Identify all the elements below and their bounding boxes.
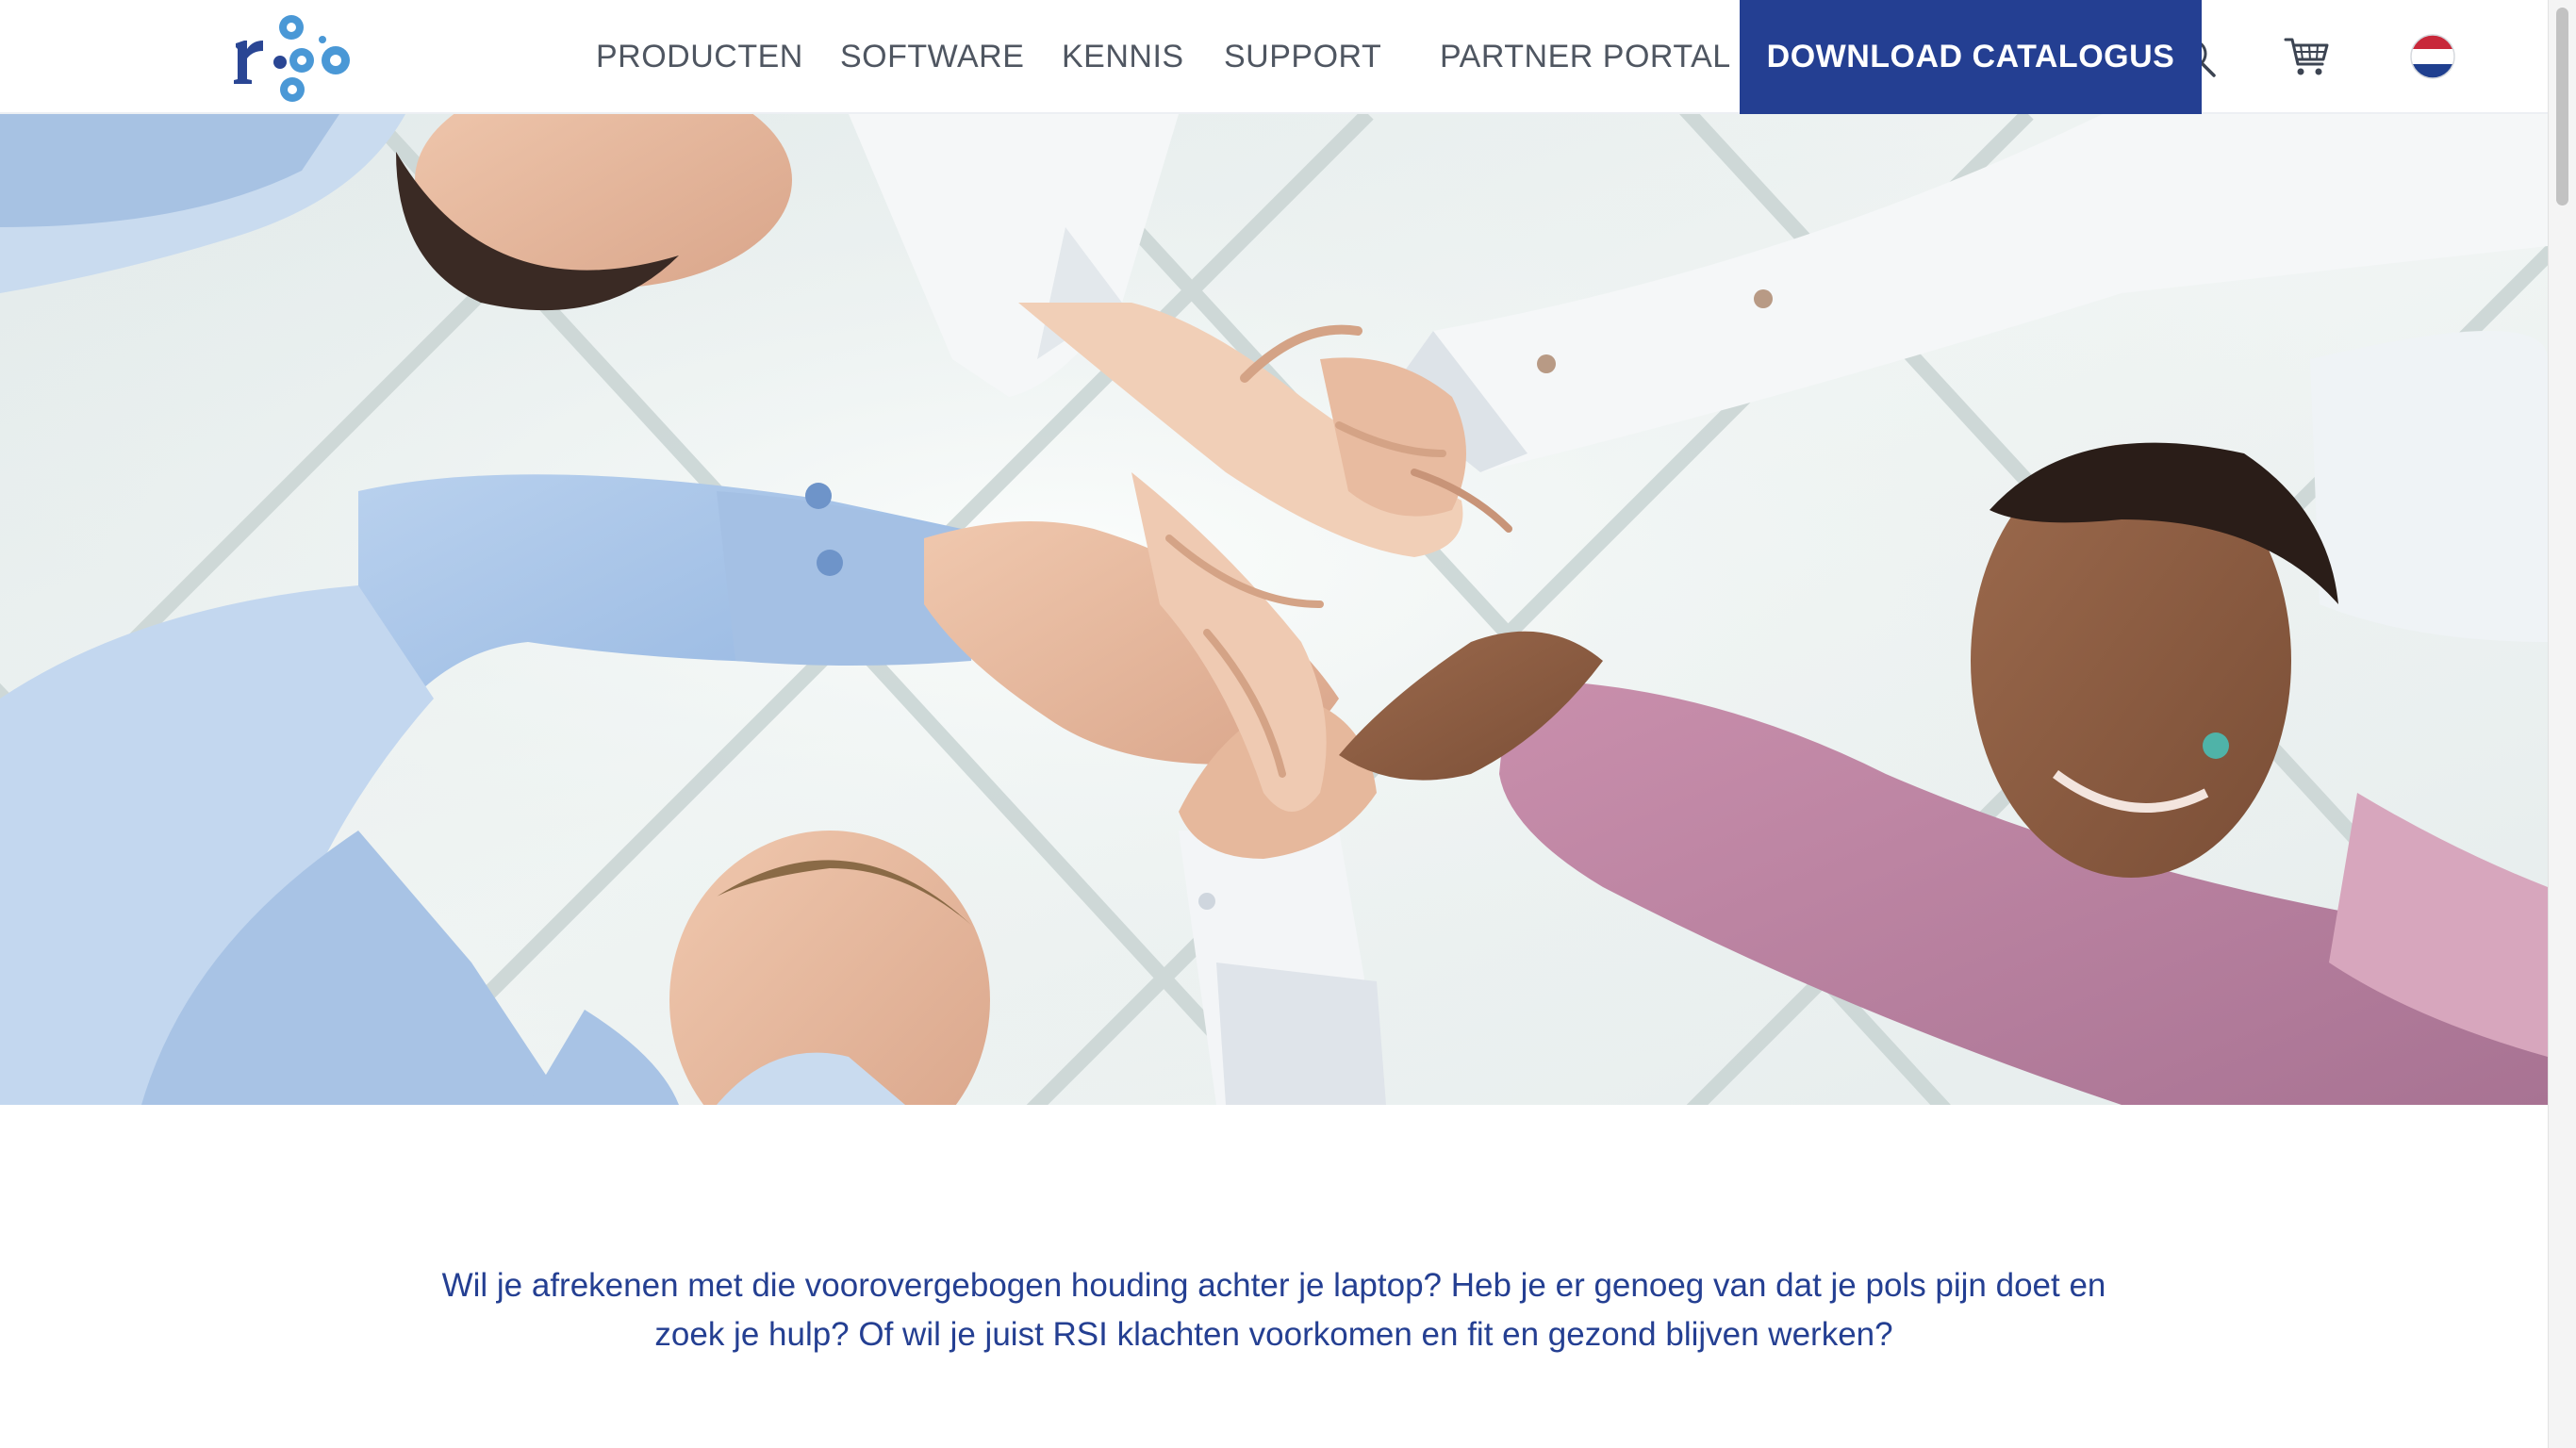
page-scrollbar[interactable] [2548, 0, 2576, 1448]
flag-nl-icon[interactable] [2409, 33, 2456, 80]
nav-kennis[interactable]: KENNIS [1062, 0, 1184, 114]
cart-icon[interactable] [2284, 32, 2331, 79]
intro-line-2: zoek je hulp? Of wil je juist RSI klacht… [654, 1316, 1893, 1353]
logo[interactable] [232, 6, 358, 106]
nav-software[interactable]: SOFTWARE [840, 0, 1024, 114]
rgo-logo-icon [234, 15, 350, 102]
intro-line-1: Wil je afrekenen met die voorovergebogen… [441, 1267, 2106, 1304]
nav-support[interactable]: SUPPORT [1224, 0, 1381, 114]
nav-partner-portal[interactable]: PARTNER PORTAL [1440, 0, 1731, 114]
intro-text: Wil je afrekenen met die voorovergebogen… [358, 1261, 2189, 1359]
hero-image [0, 114, 2548, 1105]
download-catalogus-button[interactable]: DOWNLOAD CATALOGUS [1740, 0, 2202, 114]
scrollbar-thumb[interactable] [2556, 8, 2568, 206]
site-header: PRODUCTEN SOFTWARE KENNIS SUPPORT PARTNE… [0, 0, 2548, 114]
team-hands-photo [0, 114, 2548, 1105]
nav-producten[interactable]: PRODUCTEN [596, 0, 803, 114]
